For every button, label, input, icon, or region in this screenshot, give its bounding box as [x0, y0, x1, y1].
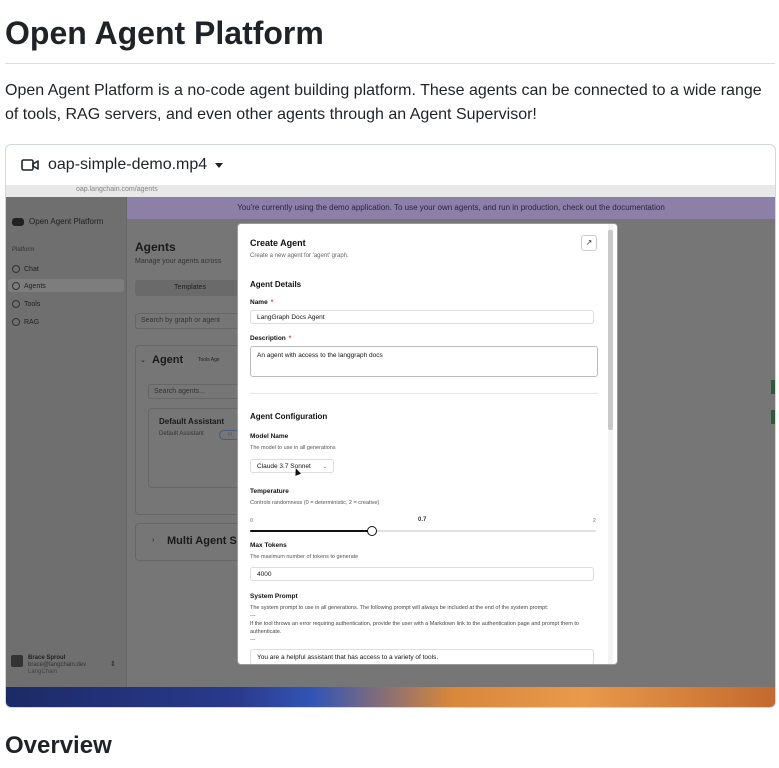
dialog-scrollbar-thumb[interactable]	[608, 230, 613, 430]
description-field[interactable]: An agent with access to the langgraph do…	[250, 346, 598, 377]
search-graph-input[interactable]: Search by graph or agent	[135, 313, 252, 329]
avatar	[11, 655, 23, 667]
temperature-min: 0	[250, 518, 253, 524]
system-prompt-field[interactable]: You are a helpful assistant that has acc…	[250, 649, 594, 664]
section-divider	[250, 393, 598, 394]
rag-icon	[12, 318, 20, 326]
chat-icon	[12, 265, 20, 273]
model-select[interactable]: Claude 3.7 Sonnet ⌄	[250, 459, 334, 473]
langchain-logo-icon	[12, 217, 24, 226]
temperature-label: Temperature	[250, 488, 289, 495]
max-tokens-hint: The maximum number of tokens to generate	[250, 554, 359, 560]
chevron-right-icon: ›	[152, 537, 155, 544]
user-name: Brace Sproul	[28, 655, 66, 661]
user-email: brace@langchain.dev	[28, 662, 87, 668]
search-agents-input[interactable]: Search agents...	[148, 384, 245, 399]
sidebar-item-tools[interactable]: Tools	[12, 300, 40, 308]
system-prompt-label: System Prompt	[250, 593, 298, 600]
chevron-down-icon[interactable]: ⌄	[140, 356, 146, 364]
system-prompt-hint: ---	[250, 613, 256, 619]
default-assistant-card[interactable]: Default Assistant Default Assistant M	[148, 408, 244, 488]
sidebar-item-label: RAG	[24, 318, 40, 326]
intro-paragraph: Open Agent Platform is a no-code agent b…	[5, 82, 762, 123]
app-logo-text: Open Agent Platform	[29, 217, 104, 226]
sidebar-item-label: Chat	[24, 265, 39, 273]
chevron-down-icon: ⌄	[322, 464, 327, 470]
chevrons-up-down-icon[interactable]: ⇕	[110, 660, 116, 668]
name-label: Name *	[250, 299, 274, 306]
system-prompt-hint: If the tool throws an error requiring au…	[250, 621, 579, 635]
app-logo: Open Agent Platform	[12, 217, 103, 226]
max-tokens-field[interactable]: 4000	[250, 567, 594, 581]
create-agent-dialog: Create Agent Create a new agent for 'age…	[237, 223, 618, 665]
caret-down-icon	[215, 162, 224, 168]
video-progress-gradient	[6, 687, 775, 707]
tab-templates[interactable]: Templates	[135, 280, 245, 296]
name-field[interactable]: LangGraph Docs Agent	[250, 310, 594, 324]
model-hint: The model to use in all generations	[250, 445, 336, 451]
video-frame[interactable]: oap.langchain.com/agents Open Agent Plat…	[6, 185, 775, 707]
sidebar-item-rag[interactable]: RAG	[12, 318, 39, 326]
dialog-scrollbar[interactable]	[608, 224, 613, 664]
user-org: LangChain	[28, 669, 58, 675]
video-filename: oap-simple-demo.mp4	[48, 156, 208, 173]
model-select-value: Claude 3.7 Sonnet	[257, 463, 311, 470]
model-label: Model Name	[250, 433, 289, 440]
system-prompt-hint: The system prompt to use in all generati…	[250, 605, 549, 611]
agent-group-title: Agent	[152, 354, 184, 366]
overview-heading: Overview	[5, 732, 112, 759]
browser-bar: oap.langchain.com/agents	[6, 185, 775, 197]
tools-icon	[12, 300, 20, 308]
agents-subtitle: Manage your agents across	[135, 258, 222, 265]
agent-details-heading: Agent Details	[250, 280, 302, 289]
multi-agent-group-card[interactable]: › Multi Agent S	[135, 523, 247, 561]
agent-group-card: ⌄ Agent Tools Age Search agents... Defau…	[135, 345, 247, 515]
temperature-slider-fill	[250, 530, 372, 532]
dialog-title: Create Agent	[250, 238, 306, 248]
temperature-hint: Controls randomness (0 = deterministic, …	[250, 500, 380, 506]
agent-config-heading: Agent Configuration	[250, 412, 328, 421]
sidebar-item-agents[interactable]: Agents	[12, 282, 46, 290]
video-summary-toggle[interactable]: oap-simple-demo.mp4	[6, 145, 775, 185]
video-camera-icon	[21, 159, 39, 171]
dialog-subtitle: Create a new agent for 'agent' graph.	[250, 253, 349, 259]
temperature-max: 2	[593, 518, 596, 524]
edge-button[interactable]	[771, 380, 775, 394]
video-embed: oap-simple-demo.mp4 oap.langchain.com/ag…	[5, 144, 776, 708]
title-divider	[5, 63, 775, 64]
agents-heading: Agents	[135, 240, 176, 254]
sidebar-item-chat[interactable]: Chat	[12, 265, 39, 273]
collapse-icon[interactable]: ↗	[581, 235, 597, 251]
description-label: Description *	[250, 335, 292, 342]
app-sidebar: Open Agent Platform Platform Chat Agents…	[6, 197, 127, 687]
temperature-value: 0.7	[418, 517, 427, 523]
agent-group-tag: Tools Age	[198, 357, 220, 363]
sidebar-item-label: Agents	[24, 282, 46, 290]
multi-agent-title: Multi Agent S	[167, 535, 237, 547]
browser-url: oap.langchain.com/agents	[76, 186, 158, 193]
sidebar-section-label: Platform	[12, 247, 35, 253]
edge-button[interactable]	[771, 410, 775, 424]
default-assistant-subtitle: Default Assistant	[159, 431, 204, 437]
temperature-slider-thumb[interactable]	[367, 526, 378, 536]
max-tokens-label: Max Tokens	[250, 542, 287, 549]
sidebar-item-label: Tools	[24, 300, 41, 308]
default-assistant-title: Default Assistant	[159, 417, 225, 426]
demo-banner: You're currently using the demo applicat…	[127, 197, 775, 219]
agents-icon	[12, 282, 20, 290]
system-prompt-hint: ---	[250, 637, 256, 643]
page-title: Open Agent Platform	[5, 15, 324, 51]
